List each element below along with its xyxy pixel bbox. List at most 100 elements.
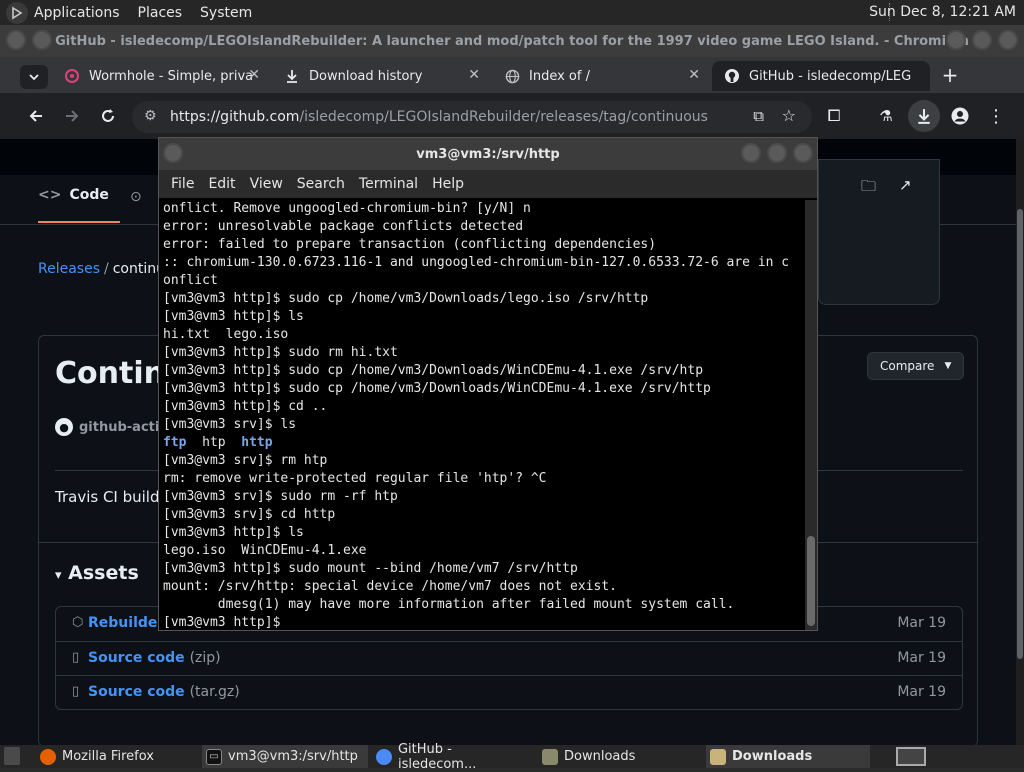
flask-icon: ⚗ (879, 107, 893, 125)
taskbar-item-downloads-active[interactable]: Downloads (706, 745, 870, 768)
external-link-icon[interactable]: ↗ (899, 176, 912, 194)
scrollbar-thumb[interactable] (807, 536, 815, 626)
menu-edit[interactable]: Edit (208, 176, 235, 192)
window-menu-buttons (6, 30, 52, 50)
close-button[interactable] (793, 143, 813, 163)
asset-row[interactable]: ▯ Source code (tar.gz) Mar 19 (56, 675, 962, 709)
terminal-line: hi.txt lego.iso (163, 327, 289, 342)
terminal-line: [vm3@vm3 srv]$ cd http (163, 507, 336, 522)
address-bar[interactable]: ⚙ https://github.com/isledecomp/LEGOIsla… (132, 101, 812, 133)
package-icon: ⬡ (72, 615, 84, 630)
tab-index-of[interactable]: Index of / ✕ (492, 61, 710, 91)
scrollbar-thumb[interactable] (1017, 209, 1023, 659)
tab-title: GitHub - isledecomp/LEG (749, 68, 912, 84)
window-menu-buttons (163, 143, 183, 163)
bookmark-star-icon[interactable]: ☆ (782, 106, 796, 125)
asset-link[interactable]: Source code (zip) (88, 650, 221, 666)
forward-button[interactable] (60, 104, 84, 128)
tab-title: Download history (309, 68, 423, 84)
system-menu[interactable]: System (200, 5, 252, 21)
tab-download-history[interactable]: Download history ✕ (272, 61, 490, 91)
triangle-down-icon: ▼ (944, 361, 952, 371)
terminal-line-ls: ftp htp http (163, 434, 803, 452)
close-icon[interactable]: ✕ (468, 67, 480, 83)
site-info-icon[interactable]: ⚙ (144, 108, 157, 124)
chrome-menu-button[interactable]: ⋮ (984, 104, 1008, 128)
minimize-button[interactable] (946, 30, 966, 50)
terminal-line: dmesg(1) may have more information after… (163, 597, 735, 612)
window-control-buttons (741, 143, 813, 163)
distro-logo-icon[interactable] (6, 1, 28, 24)
menu-search[interactable]: Search (297, 176, 345, 192)
terminal-line: onflict (163, 273, 218, 288)
close-icon[interactable]: ✕ (248, 67, 260, 83)
terminal-line: onflict. Remove ungoogled-chromium-bin? … (163, 201, 531, 216)
menu-terminal[interactable]: Terminal (359, 176, 418, 192)
arrow-right-icon (66, 110, 79, 122)
terminal-line: [vm3@vm3 http]$ sudo cp /home/vm3/Downlo… (163, 363, 704, 378)
window-control-buttons (946, 30, 1018, 50)
terminal-line: [vm3@vm3 srv]$ ls (163, 417, 297, 432)
terminal-line: rm: remove write-protected regular file … (163, 471, 547, 486)
tab-code-label: Code (69, 187, 109, 203)
taskbar-label: Downloads (732, 749, 813, 764)
minimize-button[interactable] (741, 143, 761, 163)
show-desktop-button[interactable] (4, 747, 20, 765)
tab-wormhole[interactable]: Wormhole - Simple, priva ✕ (52, 61, 270, 91)
folder-icon[interactable]: 🗀 (861, 176, 876, 201)
places-menu[interactable]: Places (138, 5, 183, 21)
releases-link[interactable]: Releases (38, 261, 100, 277)
menu-help[interactable]: Help (432, 176, 464, 192)
compare-label: Compare (880, 359, 935, 373)
issue-opened-icon[interactable]: ⊙ (130, 189, 142, 205)
reload-button[interactable] (96, 104, 120, 128)
back-button[interactable] (24, 104, 48, 128)
window-menu-button[interactable] (163, 143, 183, 163)
profile-button[interactable] (948, 104, 972, 128)
chromium-window-title: GitHub - isledecomp/LEGOIslandRebuilder:… (55, 33, 969, 49)
assets-toggle[interactable]: ▾ Assets (55, 562, 139, 584)
release-author[interactable]: ● github-actio (55, 418, 168, 436)
download-icon (284, 68, 300, 84)
terminal-titlebar[interactable]: vm3@vm3:/srv/http (159, 138, 817, 170)
github-icon (724, 68, 740, 84)
terminal-line: [vm3@vm3 http]$ sudo rm hi.txt (163, 345, 398, 360)
tab-code[interactable]: <> Code (38, 187, 109, 203)
extensions-button[interactable]: ⧠ (822, 104, 846, 128)
close-icon[interactable]: ✕ (688, 67, 700, 83)
terminal-icon: ▭ (206, 748, 222, 765)
asset-row[interactable]: ▯ Source code (zip) Mar 19 (56, 641, 962, 675)
terminal-line: [vm3@vm3 http]$ sudo mount --bind /home/… (163, 561, 578, 576)
menu-file[interactable]: File (171, 176, 194, 192)
terminal-output[interactable]: onflict. Remove ungoogled-chromium-bin? … (163, 200, 803, 630)
clock[interactable]: Sun Dec 8, 12:21 AM (869, 4, 1016, 20)
install-app-icon[interactable]: ⧉ (753, 107, 764, 125)
applications-menu[interactable]: Applications (34, 5, 120, 21)
asset-link[interactable]: Source code (tar.gz) (88, 684, 240, 700)
window-shade-button[interactable] (32, 30, 52, 50)
release-title: Contin (55, 356, 165, 391)
tab-search-button[interactable] (20, 65, 48, 89)
labs-button[interactable]: ⚗ (874, 104, 898, 128)
tab-github[interactable]: GitHub - isledecomp/LEG (712, 61, 930, 91)
taskbar-item-terminal[interactable]: ▭ vm3@vm3:/srv/http (202, 745, 368, 768)
page-scrollbar[interactable] (1016, 139, 1024, 745)
chromium-icon (376, 748, 392, 765)
taskbar-label: Mozilla Firefox (62, 749, 154, 764)
workspace-switcher[interactable] (896, 747, 926, 766)
close-button[interactable] (998, 30, 1018, 50)
terminal-scrollbar[interactable] (805, 200, 817, 630)
taskbar-item-downloads[interactable]: Downloads (538, 745, 700, 768)
maximize-button[interactable] (972, 30, 992, 50)
maximize-button[interactable] (767, 143, 787, 163)
window-menu-button[interactable] (6, 30, 26, 50)
taskbar-item-firefox[interactable]: Mozilla Firefox (36, 745, 198, 768)
tab-title: Wormhole - Simple, priva (89, 68, 254, 84)
chromium-titlebar[interactable]: GitHub - isledecomp/LEGOIslandRebuilder:… (0, 25, 1024, 57)
taskbar-item-chromium[interactable]: GitHub - isledecom... (372, 742, 534, 772)
menu-view[interactable]: View (250, 176, 283, 192)
compare-button[interactable]: Compare ▼ (867, 352, 965, 380)
terminal-window: vm3@vm3:/srv/http File Edit View Search … (158, 137, 818, 631)
downloads-button[interactable] (908, 100, 940, 132)
new-tab-button[interactable]: + (940, 63, 960, 87)
